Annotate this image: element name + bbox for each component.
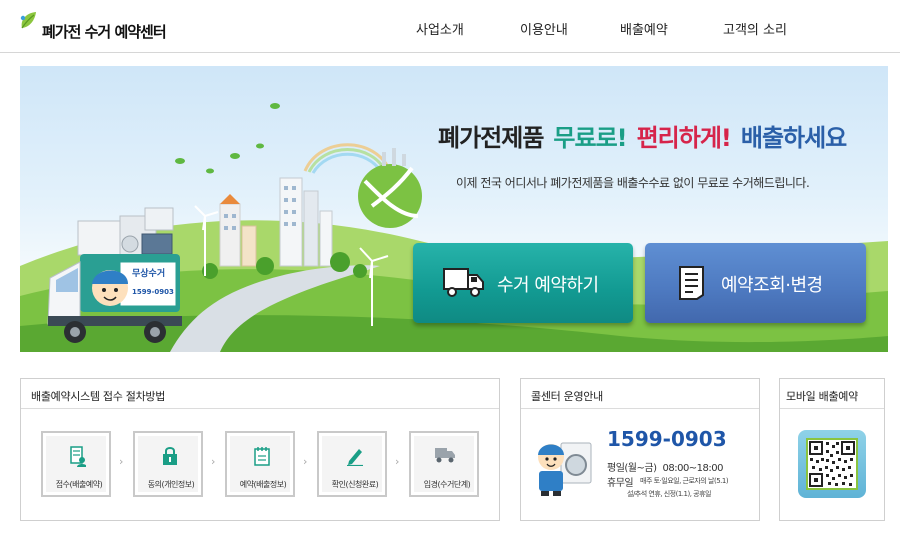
nav-item-customer-voice[interactable]: 고객의 소리 xyxy=(723,19,787,38)
pickup-reservation-button[interactable]: 수거 예약하기 xyxy=(413,243,633,323)
logo-text: 폐가전 수거 예약센터 xyxy=(42,23,167,41)
pencil-icon xyxy=(347,449,363,466)
truck-icon xyxy=(443,268,484,297)
document-user-icon xyxy=(70,446,86,467)
chevron-right-icon: › xyxy=(119,455,124,468)
banner-subline: 이제 전국 어디서나 폐가전제품을 배출수수료 없이 무료로 수거해드립니다. xyxy=(456,176,810,190)
truck-text: 무상수거 xyxy=(132,267,165,279)
chevron-right-icon: › xyxy=(395,455,400,468)
lock-icon xyxy=(163,447,177,465)
procedure-title: 배출예약시스템 접수 절차방법 xyxy=(21,379,499,409)
procedure-panel: 배출예약시스템 접수 절차방법 접수(배출예약) › 동의(개인정보) › 예약… xyxy=(20,378,500,521)
mascot-washer-icon xyxy=(538,442,592,496)
step-pickup[interactable]: 입경(수거단계) xyxy=(409,431,479,497)
leaf-logo-icon xyxy=(20,12,36,29)
step-reservation[interactable]: 예약(배출정보) xyxy=(225,431,295,497)
callcenter-phone[interactable]: 1599-0903 xyxy=(607,427,727,451)
step-confirm[interactable]: 확인(신청완료) xyxy=(317,431,387,497)
qr-code-frame[interactable] xyxy=(798,430,866,498)
headline-part-1: 폐가전제품 xyxy=(438,124,544,152)
step-consent[interactable]: 동의(개인정보) xyxy=(133,431,203,497)
chevron-right-icon: › xyxy=(211,455,216,468)
weekday-label: 평일(월~금) xyxy=(607,463,657,474)
mobile-panel: 모바일 배출예약 xyxy=(779,378,885,521)
qr-code-icon xyxy=(809,441,855,487)
step-label: 확인(신청완료) xyxy=(331,480,379,489)
reservation-check-button[interactable]: 예약조회·변경 xyxy=(645,243,866,323)
mobile-title: 모바일 배출예약 xyxy=(780,379,884,409)
banner-headline: 폐가전제품 무료로! 편리하게! 배출하세요 xyxy=(438,118,847,153)
weekday-hours-row: 평일(월~금) 08:00~18:00 xyxy=(607,459,723,474)
holiday-row: 휴무일 xyxy=(607,474,634,489)
callcenter-title: 콜센터 운영안내 xyxy=(521,379,759,409)
main-nav: 사업소개 이용안내 배출예약 고객의 소리 xyxy=(390,19,810,39)
headline-part-3: 편리하게! xyxy=(636,124,732,152)
truck-phone: 1599-0903 xyxy=(132,288,174,296)
page: 폐가전 수거 예약센터 사업소개 이용안내 배출예약 고객의 소리 무상수거 1… xyxy=(0,0,900,533)
step-reception[interactable]: 접수(배출예약) xyxy=(41,431,111,497)
step-label: 접수(배출예약) xyxy=(55,480,103,489)
step-label: 예약(배출정보) xyxy=(239,480,287,489)
holiday-label: 휴무일 xyxy=(607,478,634,489)
headline-part-2: 무료로! xyxy=(553,124,627,152)
holiday-note-2: 설/추석 연휴, 신정(1.1), 공휴일 xyxy=(627,490,711,498)
nav-item-about[interactable]: 사업소개 xyxy=(416,19,464,38)
logo[interactable]: 폐가전 수거 예약센터 xyxy=(18,8,188,44)
reservation-check-label: 예약조회·변경 xyxy=(721,275,823,296)
weekday-hours: 08:00~18:00 xyxy=(662,463,723,474)
site-header: 폐가전 수거 예약센터 사업소개 이용안내 배출예약 고객의 소리 xyxy=(0,0,900,53)
nav-item-guide[interactable]: 이용안내 xyxy=(520,19,568,38)
callcenter-panel: 콜센터 운영안내 1599-0903 평일(월~금) 08:00~18:00 휴무… xyxy=(520,378,760,521)
notepad-icon xyxy=(254,447,270,466)
hero-banner: 무상수거 1599-0903 폐가전제품 무료로! 편리하게! 배출하세요 이제 전국… xyxy=(20,66,888,352)
nav-item-reservation[interactable]: 배출예약 xyxy=(620,19,668,38)
headline-part-4: 배출하세요 xyxy=(740,124,847,152)
chevron-right-icon: › xyxy=(303,455,308,468)
step-label: 입경(수거단계) xyxy=(423,480,471,489)
document-list-icon xyxy=(679,266,704,300)
truck-icon xyxy=(435,448,455,463)
holiday-note-1: 매주 토·일요일, 근로자의 날(5.1) xyxy=(640,477,729,485)
step-label: 동의(개인정보) xyxy=(147,480,195,489)
pickup-reservation-label: 수거 예약하기 xyxy=(497,275,599,296)
